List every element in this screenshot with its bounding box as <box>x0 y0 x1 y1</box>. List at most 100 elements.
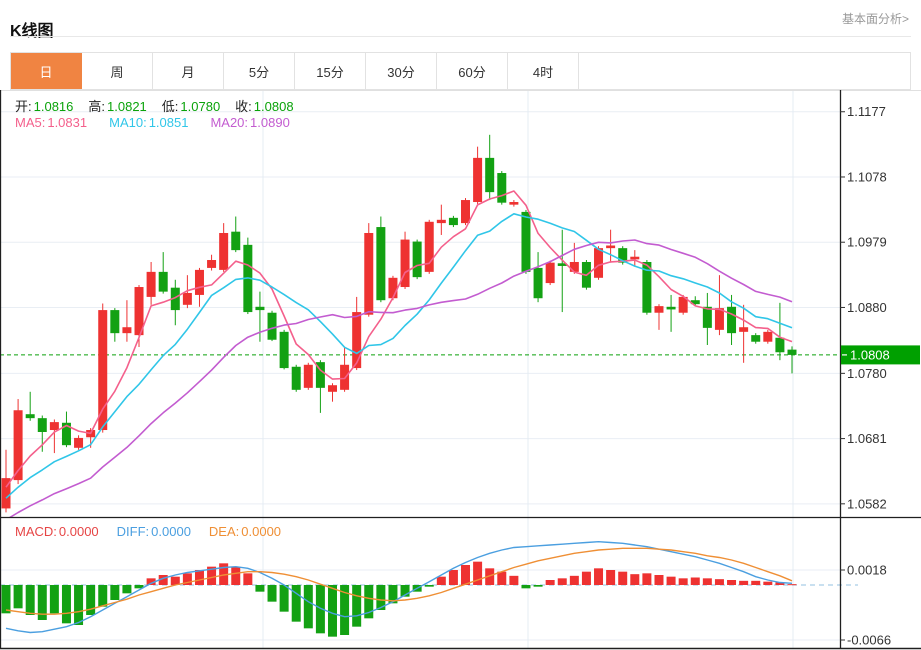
tab-week[interactable]: 周 <box>82 53 153 89</box>
tab-m15[interactable]: 15分 <box>295 53 366 89</box>
candle-body <box>763 332 772 342</box>
tab-m5[interactable]: 5分 <box>224 53 295 89</box>
readout-label: MA10: <box>109 115 147 130</box>
candle-body <box>26 414 35 418</box>
candle-body <box>606 246 615 249</box>
macd-bar <box>352 585 361 627</box>
candle-body <box>268 313 277 340</box>
candle-body <box>473 158 482 202</box>
candle-body <box>461 200 470 223</box>
macd-bar <box>667 577 676 585</box>
price-tick-label: 1.0979 <box>847 235 887 250</box>
candle-body <box>521 212 530 272</box>
tab-m30[interactable]: 30分 <box>366 53 437 89</box>
readout-value: 1.0831 <box>47 115 87 130</box>
macd-bar <box>642 573 651 585</box>
macd-bar <box>243 573 252 585</box>
readout-value: 1.0890 <box>250 115 290 130</box>
readout-label: 高: <box>88 99 105 114</box>
readout-value: 1.0851 <box>149 115 189 130</box>
candle-body <box>292 367 301 390</box>
candle-body <box>727 307 736 333</box>
ma-readout-item: MA5:1.0831 <box>15 115 87 130</box>
macd-tick-label: 0.0018 <box>847 563 887 578</box>
candle-body <box>352 312 361 368</box>
macd-bar <box>98 585 107 607</box>
candle-body <box>147 272 156 297</box>
candle-body <box>388 278 397 298</box>
ma-readout-item: MA20:1.0890 <box>210 115 289 130</box>
macd-bar <box>679 578 688 585</box>
macd-tick-label: -0.0066 <box>847 633 891 648</box>
tab-day[interactable]: 日 <box>11 53 82 89</box>
candle-body <box>255 307 264 310</box>
tab-month[interactable]: 月 <box>153 53 224 89</box>
readout-label: 低: <box>162 99 179 114</box>
macd-bar <box>449 570 458 585</box>
macd-bar <box>763 582 772 585</box>
price-tick-label: 1.0780 <box>847 366 887 381</box>
candle-body <box>38 418 47 432</box>
macd-bar <box>268 585 277 602</box>
ohlc-readout-item: 高:1.0821 <box>88 96 146 115</box>
macd-bar <box>437 577 446 585</box>
candle-body <box>703 307 712 328</box>
macd-bar <box>715 579 724 585</box>
macd-bar <box>280 585 289 612</box>
macd-bar <box>534 585 543 587</box>
macd-bar <box>2 585 11 613</box>
candle-body <box>122 327 131 333</box>
macd-bar <box>788 584 797 585</box>
ma-readout: MA5:1.0831 MA10:1.0851 MA20:1.0890 <box>15 115 290 130</box>
macd-bar <box>582 572 591 585</box>
readout-value: 1.0780 <box>180 99 220 114</box>
readout-label: MA20: <box>210 115 248 130</box>
candle-body <box>280 332 289 368</box>
candle-body <box>667 307 676 310</box>
macd-layer <box>2 542 797 637</box>
macd-bar <box>570 576 579 585</box>
candle-body <box>231 232 240 250</box>
macd-bar <box>497 572 506 585</box>
macd-bar <box>618 572 627 585</box>
candle-body <box>159 272 168 292</box>
macd-readout-item: DIFF:0.0000 <box>117 524 191 539</box>
candle-body <box>775 338 784 352</box>
macd-bar <box>74 585 83 625</box>
candle-body <box>328 385 337 392</box>
candle-body <box>788 350 797 355</box>
macd-bar <box>328 585 337 637</box>
last-price-tag-label: 1.0808 <box>850 347 890 362</box>
candle-body <box>207 260 216 268</box>
macd-bar <box>654 575 663 585</box>
readout-label: DIFF: <box>117 524 150 539</box>
interval-tabs: 日周月5分15分30分60分4时 <box>10 52 911 90</box>
macd-bar <box>727 580 736 585</box>
macd-bar <box>558 578 567 585</box>
candle-body <box>219 233 228 270</box>
macd-bar <box>630 574 639 585</box>
price-axis: 1.11771.10781.09791.08801.07801.06811.05… <box>840 104 891 647</box>
page-title: K线图 <box>10 17 54 41</box>
tab-h4[interactable]: 4时 <box>508 53 579 89</box>
candle-body <box>534 268 543 298</box>
macd-bar <box>521 585 530 588</box>
readout-label: 收: <box>235 99 252 114</box>
candle-body <box>74 438 83 448</box>
macd-bar <box>691 578 700 586</box>
fundamental-analysis-link[interactable]: 基本面分析> <box>842 10 909 27</box>
price-tick-label: 1.0880 <box>847 300 887 315</box>
tab-m60[interactable]: 60分 <box>437 53 508 89</box>
candle-body <box>376 227 385 300</box>
macd-bar <box>509 576 518 585</box>
candle-body <box>195 270 204 295</box>
macd-bar <box>739 581 748 585</box>
candle-body <box>413 242 422 278</box>
candle-body <box>751 335 760 342</box>
readout-value: 0.0000 <box>241 524 281 539</box>
candle-body <box>509 202 518 205</box>
readout-value: 1.0816 <box>34 99 74 114</box>
candlestick-layer <box>2 135 797 513</box>
macd-bar <box>195 570 204 585</box>
candle-body <box>449 218 458 225</box>
